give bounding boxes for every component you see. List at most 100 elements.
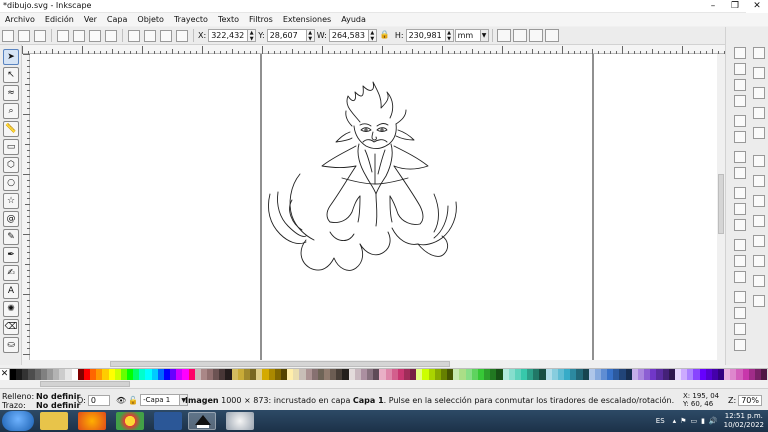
palette-swatch[interactable] — [761, 369, 768, 380]
tweak-tool-icon[interactable]: ≈ — [3, 85, 19, 101]
duplicate-icon[interactable] — [734, 291, 746, 303]
unit-select[interactable]: mm — [454, 29, 481, 42]
cut-icon[interactable] — [734, 203, 746, 215]
move-patterns-icon[interactable] — [544, 29, 559, 42]
snap-intersections-icon[interactable] — [753, 195, 765, 207]
paste-icon[interactable] — [734, 219, 746, 231]
raise-top-icon[interactable] — [176, 29, 188, 42]
vertical-scrollbar[interactable] — [717, 54, 725, 360]
palette-scroll-thumb[interactable] — [40, 381, 130, 387]
pencil-tool-icon[interactable]: ✎ — [3, 229, 19, 245]
palette-scrollbar[interactable] — [0, 380, 768, 388]
menu-texto[interactable]: Texto — [213, 13, 244, 26]
h-spinner-icon[interactable]: ▲ ▼ — [445, 29, 454, 42]
move-gradients-icon[interactable] — [528, 29, 543, 42]
zoom-tool-icon[interactable]: ⌕ — [3, 103, 19, 119]
print-icon[interactable] — [734, 95, 746, 107]
menu-filtros[interactable]: Filtros — [244, 13, 278, 26]
eraser-tool-icon[interactable]: ⌫ — [3, 319, 19, 335]
volume-icon[interactable]: 🔊 — [709, 417, 718, 425]
unit-dropdown-icon[interactable]: ▼ — [480, 29, 489, 42]
open-file-icon[interactable] — [734, 63, 746, 75]
opacity-input[interactable]: 0 — [87, 395, 110, 406]
pen-tool-icon[interactable]: ✒ — [3, 247, 19, 263]
export-icon[interactable] — [734, 131, 746, 143]
layer-visibility-icon[interactable]: 👁 — [116, 396, 126, 405]
language-indicator[interactable]: ES — [656, 417, 665, 425]
menu-archivo[interactable]: Archivo — [0, 13, 40, 26]
taskbar-clock[interactable]: 12:51 p.m. 10/02/2022 — [724, 412, 764, 430]
calligraphy-tool-icon[interactable]: ✍ — [3, 265, 19, 281]
horizontal-ruler[interactable] — [22, 45, 725, 54]
maximize-icon[interactable]: ❐ — [724, 0, 746, 13]
w-spinner-icon[interactable]: ▲ ▼ — [368, 29, 377, 42]
snap-cusp-icon[interactable] — [753, 215, 765, 227]
snap-smooth-icon[interactable] — [753, 235, 765, 247]
save-file-icon[interactable] — [734, 79, 746, 91]
snap-bbox-icon[interactable] — [753, 67, 765, 79]
tray-arrow-icon[interactable]: ▴ — [673, 417, 677, 425]
no-paint-icon[interactable]: ✕ — [0, 369, 10, 380]
snap-bbox-edges-icon[interactable] — [753, 87, 765, 99]
node-tool-icon[interactable]: ↖ — [3, 67, 19, 83]
inkscape-taskbar-icon[interactable] — [188, 412, 216, 430]
vertical-scroll-thumb[interactable] — [718, 174, 724, 234]
star-tool-icon[interactable]: ☆ — [3, 193, 19, 209]
zoom-page-icon[interactable] — [734, 271, 746, 283]
snap-nodes-icon[interactable] — [753, 155, 765, 167]
flag-icon[interactable]: ⚑ — [680, 417, 686, 425]
stroke-value[interactable]: No definir — [36, 401, 80, 410]
copy-icon[interactable] — [734, 187, 746, 199]
layer-select[interactable]: -Capa 1 — [140, 394, 181, 406]
box3d-tool-icon[interactable]: ⬡ — [3, 157, 19, 173]
snap-bbox-corners-icon[interactable] — [753, 107, 765, 119]
new-document-icon[interactable] — [734, 47, 746, 59]
zoom-drawing-icon[interactable] — [734, 255, 746, 267]
file-explorer-icon[interactable] — [40, 412, 68, 430]
selector-tool-icon[interactable]: ➤ — [3, 49, 19, 65]
raise-icon[interactable] — [160, 29, 172, 42]
flip-horizontal-icon[interactable] — [89, 29, 101, 42]
lower-bottom-icon[interactable] — [128, 29, 140, 42]
rotate-cw-icon[interactable] — [73, 29, 85, 42]
spray-tool-icon[interactable]: ✺ — [3, 301, 19, 317]
snap-toggle-icon[interactable] — [753, 47, 765, 59]
start-button[interactable] — [2, 411, 34, 431]
ellipse-tool-icon[interactable]: ○ — [3, 175, 19, 191]
horizontal-scrollbar[interactable] — [30, 360, 717, 368]
menu-edicion[interactable]: Edición — [40, 13, 79, 26]
x-spinner-icon[interactable]: ▲ ▼ — [248, 29, 257, 42]
wizard-drawing[interactable] — [268, 81, 457, 271]
firefox-icon[interactable] — [78, 412, 106, 430]
bucket-tool-icon[interactable]: ⛀ — [3, 337, 19, 353]
import-icon[interactable] — [734, 115, 746, 127]
menu-extensiones[interactable]: Extensiones — [278, 13, 336, 26]
redo-icon[interactable] — [734, 167, 746, 179]
menu-trayecto[interactable]: Trayecto — [169, 13, 213, 26]
flip-vertical-icon[interactable] — [105, 29, 117, 42]
w-input[interactable]: 264,583 — [328, 29, 369, 42]
snap-paths-icon[interactable] — [753, 175, 765, 187]
drawing-canvas[interactable] — [30, 54, 717, 360]
y-spinner-icon[interactable]: ▲ ▼ — [306, 29, 315, 42]
fill-value[interactable]: No definir — [36, 392, 80, 401]
x-input[interactable]: 322,432 — [208, 29, 249, 42]
menu-ver[interactable]: Ver — [79, 13, 102, 26]
ungroup-icon[interactable] — [734, 339, 746, 351]
h-input[interactable]: 230,981 — [405, 29, 446, 42]
paint-app-icon[interactable] — [226, 412, 254, 430]
zoom-input[interactable]: 70% — [738, 395, 763, 406]
network-icon[interactable]: ▮ — [701, 417, 705, 425]
y-input[interactable]: 28,607 — [266, 29, 307, 42]
word-icon[interactable] — [154, 412, 182, 430]
select-all-layers-icon[interactable] — [18, 29, 30, 42]
deselect-icon[interactable] — [34, 29, 46, 42]
rectangle-tool-icon[interactable]: ▭ — [3, 139, 19, 155]
undo-icon[interactable] — [734, 151, 746, 163]
text-tool-icon[interactable]: A — [3, 283, 19, 299]
snap-page-icon[interactable] — [753, 295, 765, 307]
snap-midpoints-icon[interactable] — [753, 127, 765, 139]
vertical-ruler[interactable] — [22, 54, 30, 360]
spiral-tool-icon[interactable]: @ — [3, 211, 19, 227]
lock-ratio-icon[interactable]: 🔒 — [380, 30, 392, 42]
